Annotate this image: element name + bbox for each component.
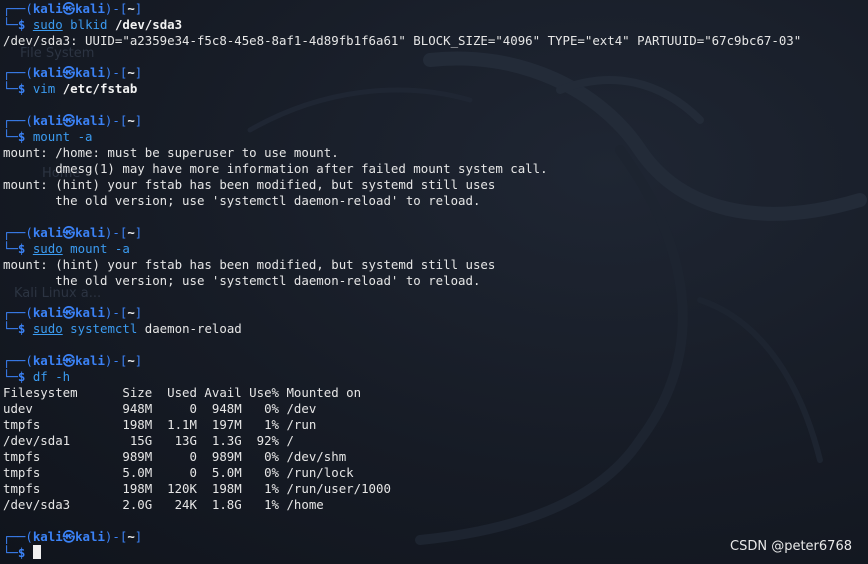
command-name: df -h — [32, 369, 71, 384]
output-line: Filesystem Size Used Avail Use% Mounted … — [3, 385, 362, 400]
prompt-symbol: $ — [17, 129, 33, 144]
command-line: └─$ mount -a — [3, 129, 868, 145]
command-line: └─$ sudo mount -a — [3, 241, 868, 257]
sudo-keyword: sudo — [32, 321, 63, 336]
prompt-line: ┌──(kali㉿kali)-[~] — [3, 305, 868, 321]
command-line: └─$ sudo systemctl daemon-reload — [3, 321, 868, 337]
output-line: the old version; use 'systemctl daemon-r… — [3, 273, 481, 288]
prompt-frame: ] — [134, 225, 143, 240]
command-line: └─$ vim /etc/fstab — [3, 81, 868, 97]
prompt-cwd: ~ — [127, 65, 135, 80]
output-line: tmpfs 198M 120K 198M 1% /run/user/1000 — [3, 481, 391, 496]
output-line: mount: (hint) your fstab has been modifi… — [3, 177, 496, 192]
prompt-frame: ┌──( — [3, 353, 33, 368]
prompt-symbol: $ — [17, 241, 33, 256]
prompt-user: kali㉿kali — [32, 65, 105, 80]
sudo-keyword: sudo — [32, 17, 63, 32]
sudo-keyword: sudo — [32, 241, 63, 256]
prompt-cwd: ~ — [127, 225, 135, 240]
command-line: └─$ sudo blkid /dev/sda3 — [3, 17, 868, 33]
prompt-frame: ] — [134, 1, 143, 16]
prompt-user: kali㉿kali — [32, 225, 105, 240]
prompt-user: kali㉿kali — [32, 305, 105, 320]
prompt-frame: )-[ — [104, 353, 128, 368]
prompt-frame: └─ — [3, 81, 18, 96]
command-name: vim — [32, 81, 56, 96]
output-line: the old version; use 'systemctl daemon-r… — [3, 193, 481, 208]
prompt-user: kali㉿kali — [32, 113, 105, 128]
command-name: mount -a — [70, 241, 130, 256]
prompt-frame: ] — [134, 529, 143, 544]
prompt-frame: ┌──( — [3, 305, 33, 320]
prompt-symbol: $ — [17, 545, 33, 560]
output-line: /dev/sda3: UUID="a2359e34-f5c8-45e8-8af1… — [3, 33, 802, 48]
prompt-frame: └─ — [3, 17, 18, 32]
command-line: └─$ df -h — [3, 369, 868, 385]
prompt-frame: └─ — [3, 321, 18, 336]
prompt-user: kali㉿kali — [32, 1, 105, 16]
output-line: tmpfs 198M 1.1M 197M 1% /run — [3, 417, 317, 432]
prompt-frame: ┌──( — [3, 225, 33, 240]
prompt-cwd: ~ — [127, 353, 135, 368]
output-line: tmpfs 5.0M 0 5.0M 0% /run/lock — [3, 465, 354, 480]
prompt-frame: └─ — [3, 129, 18, 144]
prompt-frame: └─ — [3, 369, 18, 384]
command-name: mount -a — [32, 129, 93, 144]
prompt-cwd: ~ — [127, 529, 135, 544]
prompt-cwd: ~ — [127, 1, 135, 16]
output-line: mount: /home: must be superuser to use m… — [3, 145, 339, 160]
command-arg: /dev/sda3 — [114, 17, 183, 32]
prompt-symbol: $ — [17, 369, 33, 384]
command-arg: /etc/fstab — [62, 81, 138, 96]
prompt-frame: )-[ — [104, 305, 128, 320]
prompt-frame: ] — [134, 353, 143, 368]
prompt-line: ┌──(kali㉿kali)-[~] — [3, 113, 868, 129]
prompt-frame: ┌──( — [3, 1, 33, 16]
prompt-line: ┌──(kali㉿kali)-[~] — [3, 65, 868, 81]
prompt-cwd: ~ — [127, 305, 135, 320]
prompt-line: ┌──(kali㉿kali)-[~] — [3, 225, 868, 241]
prompt-symbol: $ — [17, 17, 33, 32]
prompt-frame: ] — [134, 65, 143, 80]
output-line: mount: (hint) your fstab has been modifi… — [3, 257, 496, 272]
prompt-line: ┌──(kali㉿kali)-[~] — [3, 1, 868, 17]
prompt-frame: )-[ — [104, 225, 128, 240]
output-line: tmpfs 989M 0 989M 0% /dev/shm — [3, 449, 347, 464]
prompt-frame: )-[ — [104, 113, 128, 128]
prompt-frame: )-[ — [104, 65, 128, 80]
prompt-user: kali㉿kali — [32, 353, 105, 368]
output-line: /dev/sda3 2.0G 24K 1.8G 1% /home — [3, 497, 324, 512]
prompt-line: ┌──(kali㉿kali)-[~] — [3, 353, 868, 369]
terminal-output[interactable]: ┌──(kali㉿kali)-[~] └─$ sudo blkid /dev/sd… — [3, 1, 868, 561]
prompt-cwd: ~ — [127, 113, 135, 128]
watermark: CSDN @peter6768 — [730, 539, 852, 554]
prompt-frame: )-[ — [104, 529, 128, 544]
command-name: blkid — [70, 17, 108, 32]
output-line: /dev/sda1 15G 13G 1.3G 92% / — [3, 433, 294, 448]
prompt-frame: ┌──( — [3, 113, 33, 128]
text-cursor[interactable] — [32, 545, 41, 559]
output-line: dmesg(1) may have more information after… — [3, 161, 548, 176]
prompt-frame: ┌──( — [3, 65, 33, 80]
prompt-frame: └─ — [3, 241, 18, 256]
prompt-symbol: $ — [17, 81, 33, 96]
command-arg: daemon-reload — [144, 321, 242, 336]
prompt-frame: )-[ — [104, 1, 128, 16]
prompt-frame: ┌──( — [3, 529, 33, 544]
prompt-frame: └─ — [3, 545, 18, 560]
command-name: systemctl — [70, 321, 138, 336]
output-line: udev 948M 0 948M 0% /dev — [3, 401, 317, 416]
prompt-symbol: $ — [17, 321, 33, 336]
prompt-user: kali㉿kali — [32, 529, 105, 544]
prompt-frame: ] — [134, 305, 143, 320]
prompt-frame: ] — [134, 113, 143, 128]
